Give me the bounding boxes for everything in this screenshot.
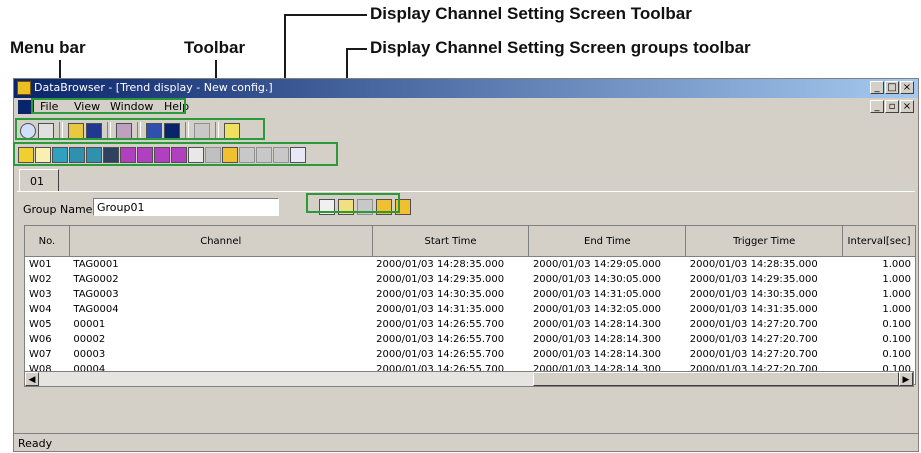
scroll-right-icon[interactable]: ▶ xyxy=(899,372,913,386)
cell-interval: 0.100 xyxy=(882,334,911,345)
cell-end-time: 2000/01/03 14:28:14.300 xyxy=(532,319,661,330)
cell-trigger-time: 2000/01/03 14:30:35.000 xyxy=(689,289,818,300)
cell-channel: 00001 xyxy=(73,319,106,330)
cell-trigger-time: 2000/01/03 14:27:20.700 xyxy=(689,319,818,330)
cell-no: W02 xyxy=(29,274,52,285)
cell-no: W07 xyxy=(29,349,52,360)
channel-table: No. Channel Start Time End Time Trigger … xyxy=(24,225,916,385)
channel-panel: 01 Group Name Group01 No. Channel Start … xyxy=(17,169,916,391)
cell-no: W04 xyxy=(29,304,52,315)
cell-no: W05 xyxy=(29,319,52,330)
cell-end-time: 2000/01/03 14:28:14.300 xyxy=(532,349,661,360)
cell-trigger-time: 2000/01/03 14:27:20.700 xyxy=(689,349,818,360)
table-header-row: No. Channel Start Time End Time Trigger … xyxy=(25,226,915,257)
col-channel[interactable]: Channel xyxy=(69,226,373,257)
cell-start-time: 2000/01/03 14:26:55.700 xyxy=(376,334,505,345)
table-row[interactable]: W04 TAG0004 2000/01/03 14:31:35.000 2000/01… xyxy=(25,302,915,317)
scroll-left-icon[interactable]: ◀ xyxy=(25,372,39,386)
cell-interval: 1.000 xyxy=(882,304,911,315)
close-button[interactable]: × xyxy=(900,81,914,94)
col-end-time[interactable]: End Time xyxy=(528,226,687,257)
cell-channel: TAG0003 xyxy=(73,289,119,300)
cell-interval: 1.000 xyxy=(882,274,911,285)
table-row[interactable]: W02 TAG0002 2000/01/03 14:29:35.000 2000/01… xyxy=(25,272,915,287)
table-row[interactable]: W01 TAG0001 2000/01/03 14:28:35.000 2000/01… xyxy=(25,257,915,273)
toolbar-highlight xyxy=(15,118,265,140)
table-row[interactable]: W07 00003 2000/01/03 14:26:55.700 2000/01/0… xyxy=(25,347,915,362)
groups-toolbar-highlight xyxy=(306,193,400,213)
maximize-button[interactable]: □ xyxy=(885,81,899,94)
cell-end-time: 2000/01/03 14:30:05.000 xyxy=(532,274,661,285)
table-row[interactable]: W03 TAG0003 2000/01/03 14:30:35.000 2000/01… xyxy=(25,287,915,302)
cell-end-time: 2000/01/03 14:29:05.000 xyxy=(532,259,661,270)
callout-groups-toolbar: Display Channel Setting Screen groups to… xyxy=(370,38,751,57)
cell-interval: 1.000 xyxy=(882,259,911,270)
menu-bar-highlight xyxy=(31,98,186,114)
cell-end-time: 2000/01/03 14:32:05.000 xyxy=(532,304,661,315)
channel-toolbar-highlight xyxy=(13,142,338,166)
cell-no: W01 xyxy=(29,259,52,270)
group-name-field[interactable]: Group01 xyxy=(93,198,279,216)
col-no[interactable]: No. xyxy=(25,226,70,257)
cell-trigger-time: 2000/01/03 14:28:35.000 xyxy=(689,259,818,270)
title-bar: DataBrowser - [Trend display - New confi… xyxy=(14,79,918,98)
cell-channel: TAG0004 xyxy=(73,304,119,315)
cell-no: W06 xyxy=(29,334,52,345)
cell-end-time: 2000/01/03 14:31:05.000 xyxy=(532,289,661,300)
col-trigger-time[interactable]: Trigger Time xyxy=(685,226,844,257)
cell-interval: 0.100 xyxy=(882,349,911,360)
status-text: Ready xyxy=(18,437,53,450)
cell-start-time: 2000/01/03 14:26:55.700 xyxy=(376,319,505,330)
cell-trigger-time: 2000/01/03 14:27:20.700 xyxy=(689,334,818,345)
mdi-close-button[interactable]: × xyxy=(900,100,914,113)
status-bar: Ready xyxy=(14,433,918,452)
cell-end-time: 2000/01/03 14:28:14.300 xyxy=(532,334,661,345)
cell-start-time: 2000/01/03 14:31:35.000 xyxy=(376,304,505,315)
app-icon xyxy=(17,81,31,95)
mdi-restore-button[interactable]: ▫ xyxy=(885,100,899,113)
cell-channel: 00002 xyxy=(73,334,106,345)
tab-01[interactable]: 01 xyxy=(19,169,59,191)
leader-groups-h xyxy=(347,48,367,50)
cell-trigger-time: 2000/01/03 14:29:35.000 xyxy=(689,274,818,285)
cell-start-time: 2000/01/03 14:26:55.700 xyxy=(376,349,505,360)
window-title: DataBrowser - [Trend display - New confi… xyxy=(34,81,273,94)
cell-trigger-time: 2000/01/03 14:31:35.000 xyxy=(689,304,818,315)
col-interval[interactable]: Interval[sec] xyxy=(842,226,915,257)
minimize-button[interactable]: _ xyxy=(870,81,884,94)
cell-channel: 00003 xyxy=(73,349,106,360)
cell-start-time: 2000/01/03 14:29:35.000 xyxy=(376,274,505,285)
cell-interval: 0.100 xyxy=(882,319,911,330)
callout-channel-toolbar: Display Channel Setting Screen Toolbar xyxy=(370,4,692,23)
cell-channel: TAG0001 xyxy=(73,259,119,270)
cell-start-time: 2000/01/03 14:30:35.000 xyxy=(376,289,505,300)
callout-menu-bar: Menu bar xyxy=(10,38,86,57)
cell-start-time: 2000/01/03 14:28:35.000 xyxy=(376,259,505,270)
col-start-time[interactable]: Start Time xyxy=(372,226,530,257)
group-name-label: Group Name xyxy=(23,203,93,216)
table-row[interactable]: W06 00002 2000/01/03 14:26:55.700 2000/01/0… xyxy=(25,332,915,347)
horizontal-scrollbar[interactable]: ◀ ▶ xyxy=(24,371,914,387)
mdi-minimize-button[interactable]: _ xyxy=(870,100,884,113)
cell-interval: 1.000 xyxy=(882,289,911,300)
scroll-thumb[interactable] xyxy=(533,372,899,386)
leader-channel-h xyxy=(285,14,367,16)
cell-no: W03 xyxy=(29,289,52,300)
callout-toolbar: Toolbar xyxy=(184,38,246,57)
cell-channel: TAG0002 xyxy=(73,274,119,285)
table-row[interactable]: W05 00001 2000/01/03 14:26:55.700 2000/01/0… xyxy=(25,317,915,332)
